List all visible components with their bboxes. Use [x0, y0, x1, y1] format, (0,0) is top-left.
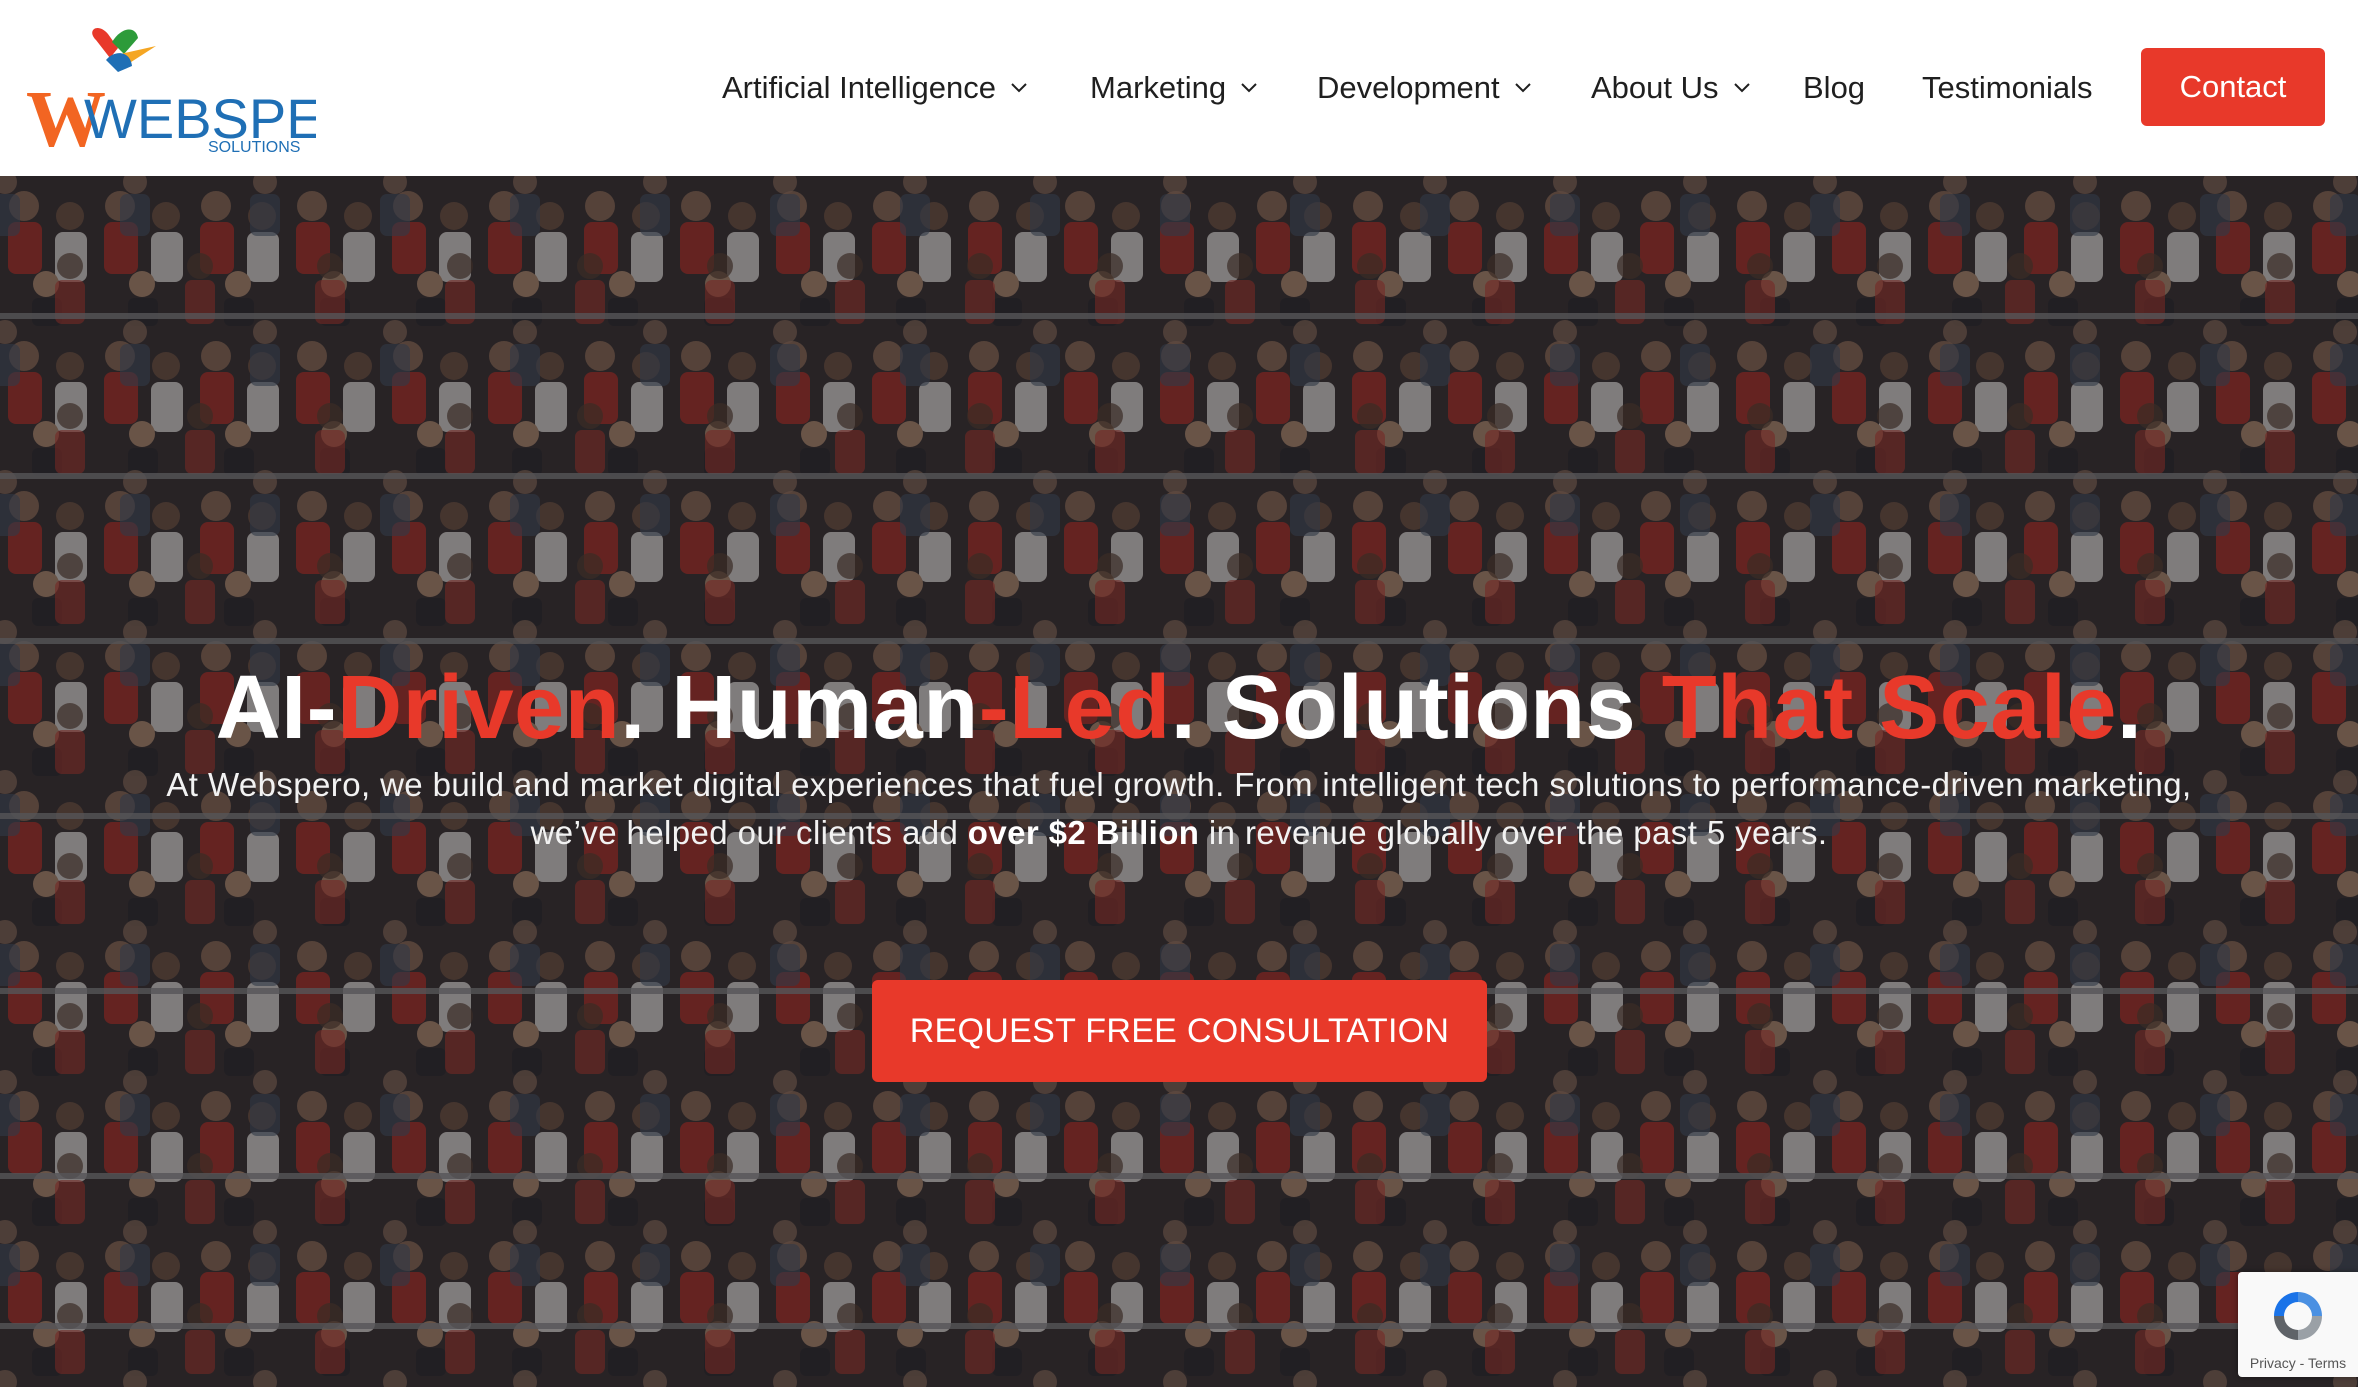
nav-item-label: Blog [1803, 70, 1866, 105]
chevron-down-icon [1011, 83, 1027, 93]
nav-item-label: Marketing [1090, 70, 1227, 105]
contact-button[interactable]: Contact [2141, 48, 2325, 126]
hero-headline: AI-Driven. Human-Led. Solutions That Sca… [0, 654, 2358, 762]
nav-item-about-us[interactable]: About Us [1591, 64, 1751, 112]
nav-item-blog[interactable]: Blog [1803, 64, 1865, 112]
chevron-down-icon [1514, 83, 1531, 93]
nav-item-testimonials[interactable]: Testimonials [1922, 64, 2093, 112]
request-consultation-button[interactable]: REQUEST FREE CONSULTATION [872, 980, 1487, 1082]
headline-accent: Driven [337, 658, 621, 759]
chevron-down-icon [1733, 83, 1750, 93]
headline-part: . Human [620, 658, 979, 759]
recaptcha-icon [2274, 1292, 2322, 1340]
hero-description: At Webspero, we build and market digital… [150, 761, 2208, 857]
description-highlight: over $2 Billion [967, 814, 1200, 851]
headline-part: . Solutions [1170, 658, 1662, 759]
chevron-down-icon [1241, 83, 1257, 93]
headline-accent: -Led [978, 658, 1171, 759]
headline-accent: That Scale [1661, 658, 2117, 759]
nav-item-label: About Us [1591, 70, 1719, 105]
nav-item-label: Artificial Intelligence [722, 70, 996, 105]
main-nav: Artificial Intelligence Marketing Develo… [0, 0, 2358, 176]
nav-item-label: Development [1317, 70, 1500, 105]
headline-part: AI- [215, 658, 338, 759]
description-text: in revenue globally over the past 5 year… [1199, 814, 1828, 851]
nav-item-marketing[interactable]: Marketing [1090, 64, 1258, 112]
recaptcha-links[interactable]: Privacy - Terms [2238, 1355, 2358, 1371]
site-header: W WEBSPERO SOLUTIONS Artificial Intellig… [0, 0, 2358, 176]
recaptcha-badge[interactable]: Privacy - Terms [2238, 1272, 2358, 1377]
nav-item-artificial-intelligence[interactable]: Artificial Intelligence [722, 64, 1028, 112]
nav-item-label: Testimonials [1922, 70, 2093, 105]
headline-part: . [2116, 658, 2143, 759]
nav-item-development[interactable]: Development [1317, 64, 1532, 112]
